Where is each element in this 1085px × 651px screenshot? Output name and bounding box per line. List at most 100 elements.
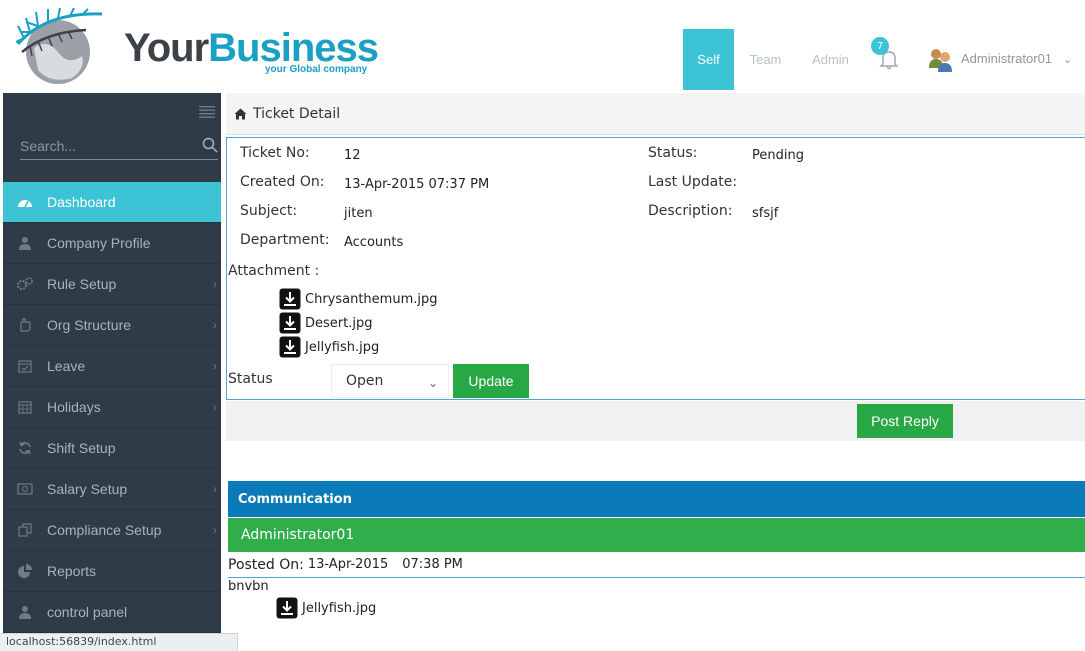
sidebar-item-dashboard[interactable]: Dashboard [3,182,221,223]
sidebar-item-label: Dashboard [47,194,116,210]
chevron-down-icon: ⌄ [427,376,438,390]
logo-globe-icon [16,8,103,84]
sidebar-item-holidays[interactable]: Holidays › [3,387,221,428]
brand-logo: YourBusiness [124,26,379,70]
search-input[interactable] [20,134,190,158]
sidebar-item-control-panel[interactable]: control panel [3,592,221,633]
status-label: Status: [648,145,698,161]
hand-icon [3,318,47,332]
sidebar-menu: Dashboard Company Profile Rule Setup › O… [3,182,221,633]
description-label: Description: [648,203,733,219]
dashboard-icon [3,195,47,209]
attachment-link[interactable]: Desert.jpg [279,312,372,334]
department-value: Accounts [344,235,404,250]
notification-badge: 7 [871,37,889,55]
copy-icon [3,523,47,537]
app-root: YourBusiness your Global company Self Te… [0,0,1085,651]
calendar-check-icon [3,359,47,373]
ticket-no-value: 12 [344,148,361,163]
sidebar-item-label: Leave [47,358,86,374]
post-reply-button[interactable]: Post Reply [857,404,953,438]
sidebar-item-compliance-setup[interactable]: Compliance Setup › [3,510,221,551]
download-icon [276,597,298,619]
sidebar-item-label: Company Profile [47,235,151,251]
sidebar-item-label: Org Structure [47,317,132,333]
comment-posted-on: Posted On: 13-Apr-2015 07:38 PM [228,552,1085,578]
sidebar-item-label: Shift Setup [47,440,116,456]
status-select[interactable]: Open ⌄ [331,364,449,398]
sidebar-item-salary-setup[interactable]: Salary Setup › [3,469,221,510]
chevron-right-icon: › [213,523,217,537]
chevron-right-icon: › [213,277,217,291]
chevron-down-icon[interactable]: ⌄ [1063,53,1072,66]
calendar-icon [3,400,47,414]
attachment-name: Jellyfish.jpg [305,339,380,355]
attachment-link[interactable]: Chrysanthemum.jpg [279,288,437,310]
sidebar-item-label: Reports [47,563,97,579]
attachment-name: Desert.jpg [305,315,373,331]
sidebar-item-company-profile[interactable]: Company Profile [3,223,221,264]
avatar-icon[interactable] [928,46,954,72]
chevron-right-icon: › [213,482,217,496]
user-menu-name[interactable]: Administrator01 [961,51,1052,66]
tab-self[interactable]: Self [683,29,734,90]
tab-team[interactable]: Team [740,29,791,90]
comment-attachment-link[interactable]: Jellyfish.jpg [276,597,376,619]
chevron-right-icon: › [213,318,217,332]
last-update-label: Last Update: [648,174,738,190]
description-value: sfsjf [752,206,779,221]
subject-value: jiten [344,206,373,221]
sidebar-item-label: Compliance Setup [47,522,162,538]
top-header: YourBusiness your Global company Self Te… [0,0,1085,92]
page-title: Ticket Detail [253,105,341,122]
status-field-label: Status [228,371,273,387]
chevron-right-icon: › [213,400,217,414]
status-value: Pending [752,148,804,163]
sidebar-item-leave[interactable]: Leave › [3,346,221,387]
posted-time: 07:38 PM [402,557,463,572]
sidebar-item-label: Holidays [47,399,101,415]
pie-chart-icon [3,564,47,578]
attachment-name: Jellyfish.jpg [302,600,377,616]
user-icon [3,605,47,619]
search-icon[interactable] [202,137,218,153]
posted-on-label: Posted On: [228,556,304,573]
update-button[interactable]: Update [453,364,529,398]
posted-date: 13-Apr-2015 [307,557,389,572]
sidebar-item-shift-setup[interactable]: Shift Setup [3,428,221,469]
ticket-detail-panel: Ticket No: 12 Created On: 13-Apr-2015 07… [226,137,1085,400]
attachment-link[interactable]: Jellyfish.jpg [279,336,379,358]
chevron-right-icon: › [213,359,217,373]
sidebar-item-rule-setup[interactable]: Rule Setup › [3,264,221,305]
created-on-value: 13-Apr-2015 07:37 PM [344,177,490,192]
ticket-no-label: Ticket No: [240,145,310,161]
sidebar-item-label: Rule Setup [47,276,117,292]
sidebar-item-reports[interactable]: Reports [3,551,221,592]
comment-author: Administrator01 [228,517,1085,552]
hamburger-menu-icon[interactable] [199,105,215,119]
brand-tagline: your Global company [265,64,368,75]
reply-bar: Post Reply [226,401,1085,441]
communication-header: Communication [228,481,1085,517]
subject-label: Subject: [240,203,298,219]
download-icon [279,336,301,358]
home-icon[interactable] [234,108,247,120]
gears-icon [3,277,47,291]
download-icon [279,312,301,334]
sidebar-item-org-structure[interactable]: Org Structure › [3,305,221,346]
refresh-icon [3,441,47,455]
download-icon [279,288,301,310]
tab-admin[interactable]: Admin [805,29,856,90]
brand-part1: Your [124,26,209,70]
attachment-name: Chrysanthemum.jpg [305,291,438,307]
created-on-label: Created On: [240,174,325,190]
browser-status-bar: localhost:56839/index.html [0,633,238,651]
user-icon [3,236,47,250]
status-select-value: Open [346,373,384,389]
attachment-label: Attachment : [228,263,320,279]
sidebar-search [20,134,218,160]
money-icon [3,483,47,495]
breadcrumb: Ticket Detail [226,93,1085,135]
sidebar: Dashboard Company Profile Rule Setup › O… [3,93,221,633]
department-label: Department: [240,232,330,248]
